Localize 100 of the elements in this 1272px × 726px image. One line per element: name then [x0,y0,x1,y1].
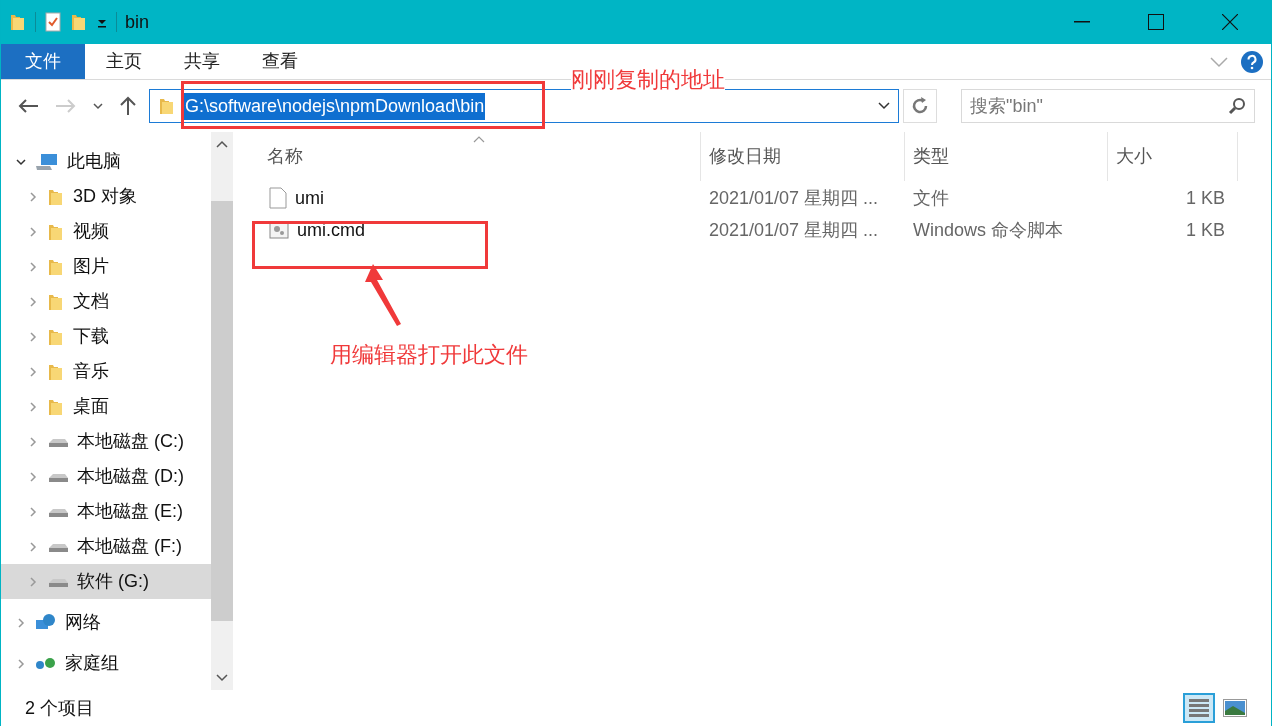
sidebar-item[interactable]: 文档 [1,284,211,319]
expand-ribbon-icon[interactable] [1209,55,1229,68]
table-cell-text: 2021/01/07 星期四 ... [708,186,880,210]
folder-icon [47,292,65,311]
sidebar-label: 图片 [73,255,109,278]
folder-icon [47,222,65,241]
sidebar-label: 桌面 [73,395,109,418]
maximize-icon [1148,14,1164,30]
close-icon [1222,14,1238,30]
sidebar-label: 本地磁盘 (C:) [77,430,184,453]
sidebar-label: 本地磁盘 (E:) [77,500,183,523]
computer-icon [35,152,59,171]
ribbon-tab[interactable]: 查看 [241,44,319,79]
sidebar-label: 文档 [73,290,109,313]
table-cell-text: 1 KB [1184,218,1226,242]
back-arrow-icon[interactable] [17,98,39,114]
chevron-right-icon[interactable] [27,400,39,413]
chevron-right-icon[interactable] [27,295,39,308]
sidebar-item[interactable]: 桌面 [1,389,211,424]
folder-icon [47,397,65,416]
chevron-right-icon[interactable] [27,470,39,483]
search-icon [1228,97,1246,115]
table-cell-text: 1 KB [1184,186,1226,210]
sidebar-item[interactable]: 3D 对象 [1,179,211,214]
folder-icon [47,187,65,206]
chevron-right-icon[interactable] [15,616,27,629]
up-arrow-icon[interactable] [119,96,137,116]
chevron-right-icon[interactable] [27,330,39,343]
search-placeholder: 搜索"bin" [970,94,1044,118]
chevron-right-icon[interactable] [27,225,39,238]
scroll-down-icon[interactable] [216,674,228,682]
annotation-text: 用编辑器打开此文件 [330,341,528,369]
sort-caret-icon [473,136,485,143]
ribbon-tab[interactable]: 文件 [1,44,85,79]
folder-icon [158,97,176,115]
refresh-icon[interactable] [903,89,937,123]
file-row[interactable]: umi 2021/01/07 星期四 ... 文件 1 KB [233,182,1271,214]
ribbon-tab[interactable]: 主页 [85,44,163,79]
sidebar-item[interactable]: 家庭组 [1,646,211,681]
search-field[interactable]: 搜索"bin" [961,89,1255,123]
sidebar-item[interactable]: 本地磁盘 (D:) [1,459,211,494]
table-cell-text: 2021/01/07 星期四 ... [708,218,880,242]
sidebar-label: 网络 [65,611,101,634]
table-cell-text: Windows 命令脚本 [912,218,1065,242]
help-icon[interactable] [1241,50,1263,73]
file-name: umi.cmd [297,218,365,242]
chevron-right-icon[interactable] [27,505,39,518]
sidebar-label: 家庭组 [65,652,119,675]
column-header[interactable]: 大小 [1108,132,1238,181]
chevron-down-icon[interactable] [93,102,103,110]
address-text: G:\software\nodejs\npmDownload\bin [184,92,486,120]
sidebar-item[interactable]: 此电脑 [1,144,211,179]
folder-icon [47,362,65,381]
sidebar-item[interactable]: 软件 (G:) [1,564,211,599]
sidebar-item[interactable]: 图片 [1,249,211,284]
sidebar-item[interactable]: 网络 [1,605,211,640]
column-header[interactable]: 类型 [905,132,1108,181]
scrollbar-thumb[interactable] [211,201,233,621]
sidebar-item[interactable]: 本地磁盘 (E:) [1,494,211,529]
sidebar-item[interactable]: 本地磁盘 (F:) [1,529,211,564]
sidebar-item[interactable]: 本地磁盘 (C:) [1,424,211,459]
ribbon-tab[interactable]: 共享 [163,44,241,79]
chevron-right-icon[interactable] [27,575,39,588]
column-header[interactable]: 名称 [233,132,701,181]
sidebar-label: 本地磁盘 (F:) [77,535,182,558]
properties-icon[interactable] [44,12,62,32]
item-count: 2 个项目 [25,696,94,720]
sidebar-label: 下载 [73,325,109,348]
details-view-button[interactable] [1183,693,1215,723]
folder-icon [9,13,27,31]
minimize-icon [1074,21,1090,23]
chevron-right-icon[interactable] [27,260,39,273]
scroll-up-icon[interactable] [216,140,228,148]
sidebar-label: 3D 对象 [73,185,137,208]
table-cell-text: 文件 [912,186,950,210]
sidebar-item[interactable]: 下载 [1,319,211,354]
forward-arrow-icon[interactable] [55,98,77,114]
chevron-right-icon[interactable] [27,365,39,378]
sidebar-label: 音乐 [73,360,109,383]
column-header[interactable]: 修改日期 [701,132,905,181]
sidebar-item[interactable]: 音乐 [1,354,211,389]
chevron-right-icon[interactable] [27,190,39,203]
thumbnail-view-icon[interactable] [1223,699,1247,717]
sidebar-label: 软件 (G:) [77,570,149,593]
chevron-down-icon[interactable] [878,102,890,110]
sidebar-label: 本地磁盘 (D:) [77,465,184,488]
folder-icon [47,327,65,346]
chevron-right-icon[interactable] [27,435,39,448]
address-field[interactable]: G:\software\nodejs\npmDownload\bin [149,89,899,123]
scrollbar[interactable] [211,132,233,690]
sidebar-item[interactable]: 视频 [1,214,211,249]
new-folder-icon [70,13,88,31]
sidebar-label: 视频 [73,220,109,243]
file-name: umi [295,186,324,210]
file-icon [269,187,287,209]
file-row[interactable]: umi.cmd 2021/01/07 星期四 ... Windows 命令脚本 1 KB [233,214,1271,246]
sidebar-label: 此电脑 [67,150,121,173]
window-title: bin [125,10,150,34]
chevron-right-icon[interactable] [27,540,39,553]
chevron-right-icon[interactable] [15,657,27,670]
